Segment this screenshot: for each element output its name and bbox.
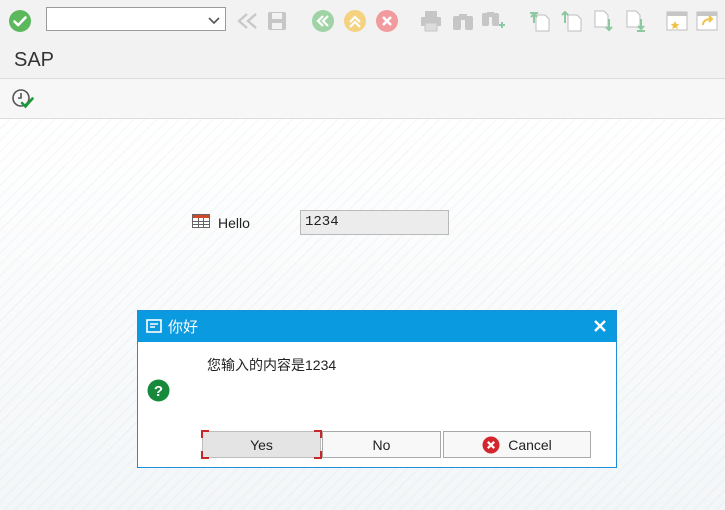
enter-icon[interactable] [7,8,33,34]
cancel-icon[interactable] [374,8,400,34]
first-page-icon[interactable] [526,8,552,34]
dialog-message: 您输入的内容是1234 [207,357,337,373]
find-next-icon[interactable] [480,8,506,34]
previous-page-icon[interactable] [558,8,584,34]
focus-corner [314,451,322,459]
focus-corner [314,430,322,438]
title-bar: SAP [0,41,725,79]
question-icon: ? [147,379,170,405]
back-green-icon[interactable] [310,8,336,34]
yes-button-label: Yes [250,436,273,453]
window-icon [146,318,162,337]
execute-icon[interactable] [11,88,35,113]
no-button-label: No [372,436,391,453]
focus-corner [201,430,209,438]
yes-button[interactable]: Yes [201,430,322,459]
cancel-button-label: Cancel [508,436,552,453]
cancel-icon [482,436,500,454]
hello-field-label-group: Hello [192,214,250,231]
print-icon[interactable] [418,8,444,34]
chevron-down-icon[interactable] [208,14,220,29]
next-page-icon[interactable] [590,8,616,34]
close-icon[interactable] [593,319,607,336]
dialog-header: 你好 [138,311,616,342]
svg-text:?: ? [154,383,163,400]
new-session-icon[interactable] [664,8,690,34]
hello-field-label: Hello [218,214,250,231]
save-icon[interactable] [264,8,290,34]
no-button[interactable]: No [322,431,441,458]
confirmation-dialog: 你好 您输入的内容是1234 ? Yes No Cancel [137,310,617,468]
focus-corner [201,451,209,459]
find-icon[interactable] [450,8,476,34]
back-icon[interactable] [234,8,260,34]
shortcut-icon[interactable] [694,8,720,34]
last-page-icon[interactable] [622,8,648,34]
command-field[interactable] [46,7,226,31]
table-icon [192,214,210,231]
cancel-button[interactable]: Cancel [443,431,591,458]
dialog-title: 你好 [168,319,199,336]
page-title: SAP [14,49,55,71]
application-toolbar [0,79,725,119]
hello-field-value[interactable]: 1234 [300,210,449,235]
system-toolbar [0,0,725,42]
exit-icon[interactable] [342,8,368,34]
